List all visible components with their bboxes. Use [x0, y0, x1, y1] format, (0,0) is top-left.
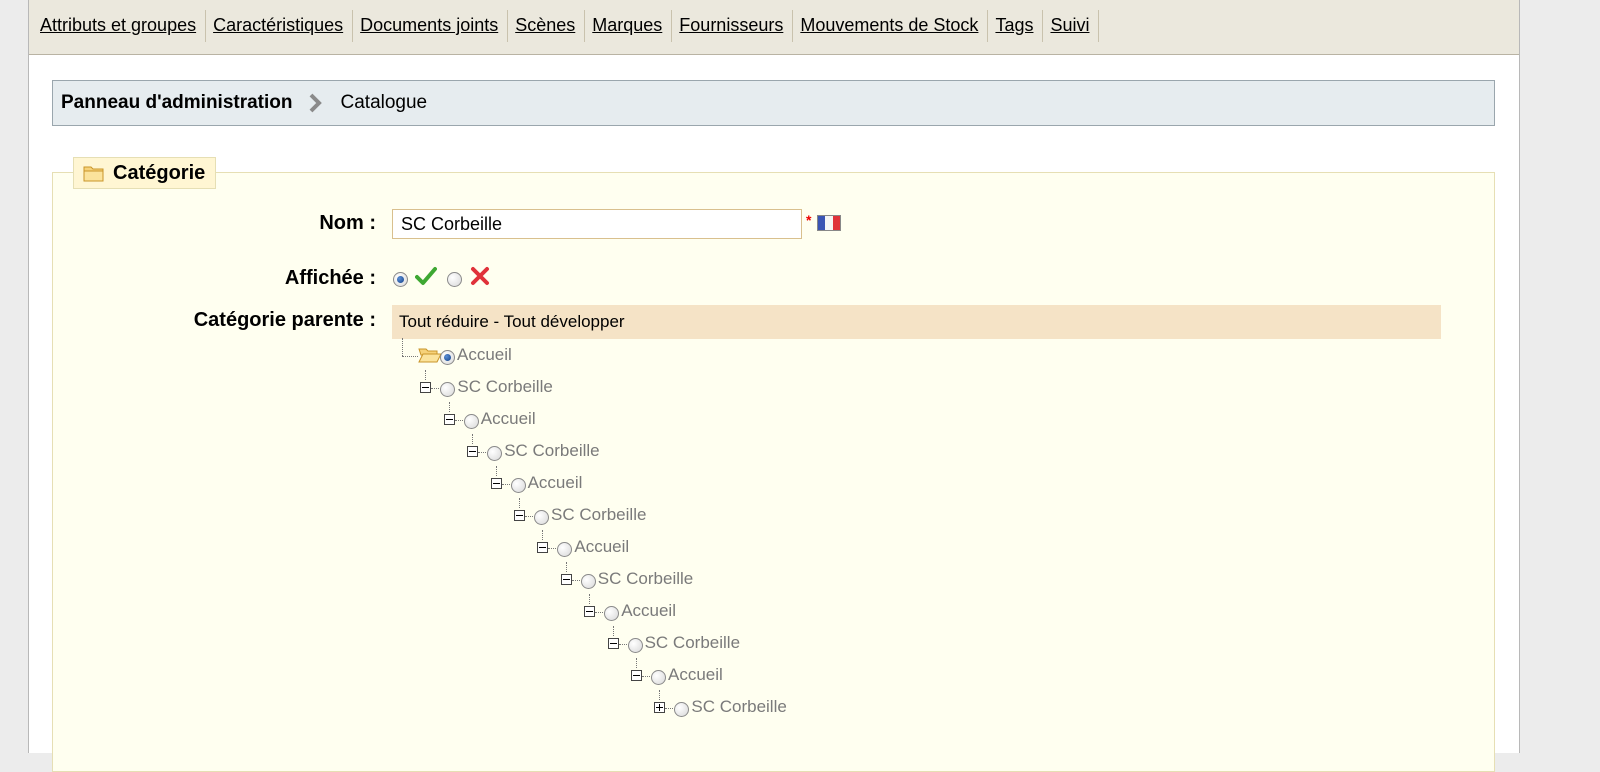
tree-connector	[431, 388, 440, 389]
open-folder-icon[interactable]	[418, 346, 442, 364]
collapse-node-icon[interactable]	[560, 574, 572, 585]
tree-header-separator: -	[488, 312, 504, 331]
category-fieldset	[52, 172, 1495, 772]
parent-category-label: Catégorie parente :	[193, 309, 376, 331]
tree-node-label[interactable]: Accueil	[457, 345, 512, 365]
fieldset-legend: Catégorie	[73, 157, 217, 189]
tab-scenes[interactable]: Scènes	[508, 10, 586, 42]
folder-icon	[83, 166, 104, 182]
breadcrumb-current: Catalogue	[340, 92, 428, 113]
breadcrumb: Panneau d'administration Catalogue	[52, 80, 1495, 126]
tree-node-label[interactable]: SC Corbeille	[598, 569, 693, 589]
tree-connector	[542, 530, 544, 540]
tree-node-label[interactable]: SC Corbeille	[551, 505, 646, 525]
tree-connector	[495, 466, 497, 476]
tree-node-label[interactable]: SC Corbeille	[504, 441, 599, 461]
tree-node-radio[interactable]	[534, 510, 549, 525]
tree-node-label[interactable]: SC Corbeille	[691, 697, 786, 717]
tree-connector	[618, 644, 627, 645]
tree-connector	[425, 370, 427, 380]
collapse-node-icon[interactable]	[584, 606, 596, 617]
tab-tags[interactable]: Tags	[988, 10, 1044, 42]
tree-node-radio[interactable]	[510, 478, 526, 493]
tree-connector	[595, 612, 604, 613]
tab-manufacturers[interactable]: Marques	[585, 10, 673, 42]
expand-node-icon[interactable]	[654, 702, 666, 713]
tab-stock-movements[interactable]: Mouvements de Stock	[793, 10, 989, 42]
tree-connector	[642, 676, 650, 677]
displayed-yes-radio[interactable]	[393, 272, 408, 287]
tree-connector	[612, 626, 614, 636]
collapse-node-icon[interactable]	[420, 382, 432, 393]
collapse-node-icon[interactable]	[443, 414, 455, 425]
tree-connector	[565, 562, 567, 572]
tree-node-radio[interactable]	[627, 638, 643, 653]
cross-icon	[470, 266, 490, 291]
tree-connector	[589, 594, 591, 604]
name-label: Nom :	[319, 212, 376, 234]
tree-node-radio[interactable]	[580, 574, 596, 589]
tree-connector	[636, 658, 637, 668]
check-icon	[415, 266, 437, 291]
tree-connector	[454, 420, 463, 421]
tree-connector	[519, 498, 520, 508]
tree-node-radio[interactable]	[463, 414, 479, 429]
tab-features[interactable]: Caractéristiques	[206, 10, 354, 42]
tree-node-label[interactable]: Accueil	[574, 537, 629, 557]
collapse-node-icon[interactable]	[490, 478, 502, 489]
displayed-label: Affichée :	[284, 267, 376, 289]
french-flag-icon[interactable]	[817, 215, 841, 236]
tab-suppliers[interactable]: Fournisseurs	[672, 10, 794, 42]
tab-tracking[interactable]: Suivi	[1043, 10, 1100, 42]
tree-node-label[interactable]: Accueil	[481, 409, 536, 429]
tree-header: Tout réduire - Tout développer	[392, 305, 1441, 339]
tree-connector	[501, 484, 510, 485]
tree-connector	[571, 580, 580, 581]
required-marker: *	[806, 212, 812, 228]
top-tab-bar: Attributs et groupes Caractéristiques Do…	[29, 0, 1519, 55]
tab-attachments[interactable]: Documents joints	[353, 10, 509, 42]
collapse-node-icon[interactable]	[537, 542, 549, 553]
tree-connector	[659, 690, 661, 700]
tree-connector	[402, 338, 403, 356]
tree-connector	[665, 708, 674, 709]
breadcrumb-home-link[interactable]: Panneau d'administration	[61, 92, 293, 114]
tree-node-label[interactable]: Accueil	[621, 601, 676, 621]
tree-connector	[548, 548, 557, 549]
tree-node-label[interactable]: Accueil	[528, 473, 583, 493]
collapse-node-icon[interactable]	[467, 446, 479, 457]
page-container: Attributs et groupes Caractéristiques Do…	[28, 0, 1520, 772]
collapse-node-icon[interactable]	[631, 670, 642, 681]
tree-node-label[interactable]: Accueil	[668, 665, 723, 685]
name-field[interactable]	[392, 209, 802, 239]
collapse-all-link[interactable]: Tout réduire	[399, 312, 489, 331]
tree-connector	[472, 434, 474, 444]
tree-node-radio[interactable]	[651, 670, 666, 685]
tree-connector	[448, 402, 450, 412]
tab-attributes-groups[interactable]: Attributs et groupes	[33, 10, 207, 42]
fieldset-legend-label: Catégorie	[113, 161, 206, 184]
displayed-no-radio[interactable]	[447, 272, 462, 287]
expand-all-link[interactable]: Tout développer	[504, 312, 625, 331]
tree-connector	[478, 452, 487, 453]
chevron-right-icon	[305, 91, 327, 115]
tree-node-label[interactable]: SC Corbeille	[457, 377, 552, 397]
tree-node-label[interactable]: SC Corbeille	[645, 633, 740, 653]
tree-node-radio[interactable]	[440, 350, 455, 365]
tree-connector	[525, 516, 533, 517]
tree-connector	[402, 356, 418, 357]
collapse-node-icon[interactable]	[514, 510, 525, 521]
collapse-node-icon[interactable]	[607, 638, 619, 649]
